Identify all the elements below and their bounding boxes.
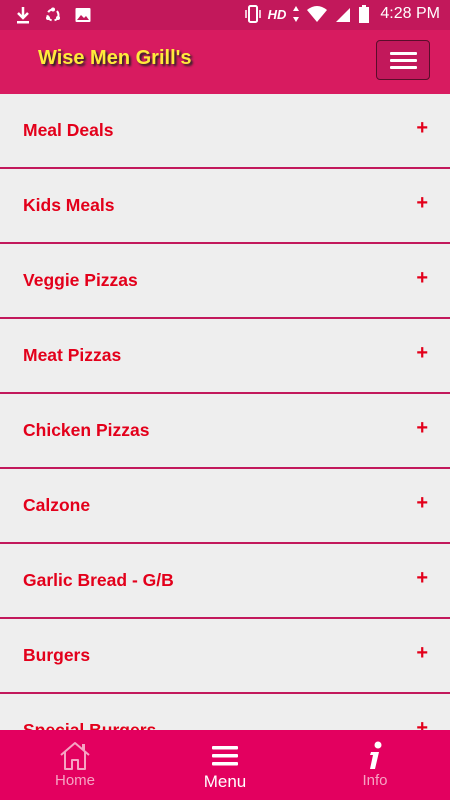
menu-item-meat-pizzas[interactable]: Meat Pizzas + [0,319,450,394]
nav-home-button[interactable]: Home [0,730,150,800]
image-icon [75,8,91,22]
status-time: 4:28 PM [380,5,440,22]
download-icon [17,7,29,24]
app-title: Wise Men Grill's [38,47,192,69]
menu-item-kids-meals[interactable]: Kids Meals + [0,169,450,244]
expand-icon[interactable]: + [416,192,428,215]
signal-icon [336,8,351,22]
nav-info-label: Info [362,772,388,789]
status-bar: HD 4:28 PM [0,0,450,30]
nav-menu-button[interactable]: Menu [150,730,300,800]
menu-item-special-burgers[interactable]: Special Burgers + [0,694,450,730]
menu-item-veggie-pizzas[interactable]: Veggie Pizzas + [0,244,450,319]
menu-item-chicken-pizzas[interactable]: Chicken Pizzas + [0,394,450,469]
nav-home-label: Home [54,772,95,789]
data-arrows-icon [293,6,300,22]
menu-category-list[interactable]: Meal Deals + Kids Meals + Veggie Pizzas … [0,94,450,730]
menu-item-label: Garlic Bread - G/B [23,570,174,590]
menu-item-label: Meat Pizzas [23,345,122,365]
menu-item-label: Chicken Pizzas [23,420,150,440]
expand-icon[interactable]: + [416,567,428,590]
status-bar-notifications [14,5,92,25]
hamburger-icon [390,52,417,55]
hamburger-menu-button[interactable] [376,40,430,80]
list-icon [212,746,238,766]
sync-icon [46,7,60,22]
battery-icon [359,5,370,23]
expand-icon[interactable]: + [416,342,428,365]
vibrate-icon [244,5,261,23]
info-icon [370,741,382,769]
menu-item-label: Veggie Pizzas [23,270,138,290]
nav-info-button[interactable]: Info [300,730,450,800]
network-type: HD [267,6,287,22]
wifi-icon [307,6,328,22]
expand-icon[interactable]: + [416,642,428,665]
expand-icon[interactable]: + [416,492,428,515]
menu-item-label: Special Burgers [23,720,157,730]
app-bar: Wise Men Grill's [0,30,450,94]
nav-menu-label: Menu [203,772,247,791]
home-icon [60,742,90,770]
menu-item-garlic-bread[interactable]: Garlic Bread - G/B + [0,544,450,619]
expand-icon[interactable]: + [416,267,428,290]
expand-icon[interactable]: + [416,117,428,140]
expand-icon[interactable]: + [416,717,428,730]
expand-icon[interactable]: + [416,417,428,440]
status-bar-system: HD 4:28 PM [244,4,440,24]
menu-item-calzone[interactable]: Calzone + [0,469,450,544]
menu-item-burgers[interactable]: Burgers + [0,619,450,694]
menu-item-label: Burgers [23,645,91,665]
menu-item-label: Kids Meals [23,195,115,215]
menu-item-label: Meal Deals [23,120,114,140]
menu-item-meal-deals[interactable]: Meal Deals + [0,94,450,169]
bottom-navigation: Home Menu Info [0,730,450,800]
menu-item-label: Calzone [23,495,91,515]
